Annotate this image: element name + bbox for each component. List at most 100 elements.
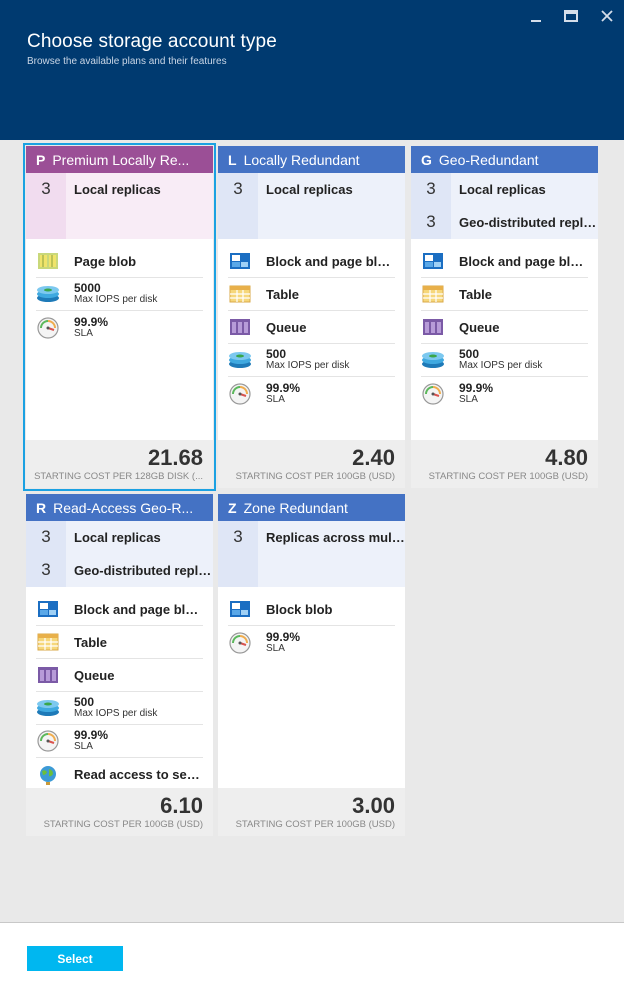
feature-list: Block blob 99.9% SLA	[218, 587, 405, 659]
replica-label	[258, 553, 405, 587]
sla-gauge-icon	[228, 631, 252, 654]
feature-label: Queue	[266, 319, 307, 335]
sla-gauge-icon	[36, 316, 60, 339]
replica-row: 3 Geo-distributed replic...	[411, 205, 598, 239]
feature-sublabel: Max IOPS per disk	[74, 708, 158, 719]
feature-item: 99.9% SLA	[36, 311, 203, 344]
feature-item: Read access to seco...	[36, 758, 203, 791]
globe-icon	[36, 764, 60, 786]
replica-label: Local replicas	[451, 172, 598, 206]
feature-value: 99.9%	[266, 380, 301, 395]
feature-label: Page blob	[74, 253, 137, 269]
price-panel: 6.10 STARTING COST PER 100GB (USD)	[26, 788, 213, 836]
blade-footer: Select	[0, 922, 624, 988]
replica-count	[26, 205, 66, 239]
replica-row: 3 Replicas across multip...	[218, 520, 405, 554]
feature-value: 5000	[74, 281, 101, 295]
page-subtitle: Browse the available plans and their fea…	[27, 56, 227, 67]
blade-header: Choose storage account type Browse the a…	[0, 0, 624, 140]
plan-card-p[interactable]: P Premium Locally Re... 3 Local replicas Pag…	[23, 143, 216, 491]
iops-disk-icon	[228, 349, 252, 371]
feature-item: Block and page blobs	[36, 593, 203, 626]
plan-letter: G	[421, 151, 432, 168]
plan-card-l[interactable]: L Locally Redundant 3 Local replicas Block a…	[218, 146, 405, 488]
feature-item: 5000 Max IOPS per disk	[36, 278, 203, 311]
replica-count	[218, 553, 258, 587]
close-button[interactable]	[597, 6, 617, 26]
replica-count	[218, 205, 258, 239]
replica-row: 3 Local replicas	[26, 172, 213, 206]
plan-letter: P	[36, 151, 46, 168]
table-icon	[36, 631, 60, 653]
price-amount: 4.80	[545, 445, 588, 470]
block-page-blob-icon	[228, 250, 252, 272]
page-title: Choose storage account type	[27, 31, 277, 52]
replica-label	[258, 205, 405, 239]
sla-gauge-icon	[421, 382, 445, 405]
replica-label: Replicas across multip...	[258, 520, 405, 554]
feature-item: 99.9% SLA	[228, 626, 395, 659]
price-amount: 3.00	[352, 793, 395, 818]
plan-name: Read-Access Geo-R...	[53, 499, 194, 516]
replica-row	[26, 205, 213, 239]
replica-row: 3 Geo-distributed replic...	[26, 553, 213, 587]
replica-count: 3	[411, 205, 451, 239]
feature-sublabel: SLA	[266, 642, 285, 654]
plan-card-r[interactable]: R Read-Access Geo-R... 3 Local replicas 3 Geo…	[26, 494, 213, 836]
replica-label	[66, 205, 213, 239]
feature-item: Queue	[36, 659, 203, 692]
block-page-blob-icon	[421, 250, 445, 272]
replica-label: Geo-distributed replic...	[66, 553, 213, 587]
feature-label: Block and page blobs	[459, 253, 588, 269]
feature-sublabel: Max IOPS per disk	[266, 360, 350, 371]
plan-name: Locally Redundant	[243, 151, 360, 168]
replica-count: 3	[218, 520, 258, 554]
feature-item: 500 Max IOPS per disk	[421, 344, 588, 377]
select-button[interactable]: Select	[27, 946, 123, 971]
replica-label: Geo-distributed replic...	[451, 205, 598, 239]
plan-name: Premium Locally Re...	[52, 151, 190, 168]
feature-label: Table	[459, 286, 492, 302]
price-panel: 3.00 STARTING COST PER 100GB (USD)	[218, 788, 405, 836]
page-blob-icon	[36, 250, 60, 272]
minimize-button[interactable]	[526, 6, 546, 26]
block-page-blob-icon	[36, 598, 60, 620]
replica-row: 3 Local replicas	[411, 172, 598, 206]
plan-header: L Locally Redundant	[218, 146, 405, 173]
price-panel: 21.68 STARTING COST PER 128GB DISK (...	[26, 440, 213, 488]
replica-label: Local replicas	[66, 520, 213, 554]
feature-item: Block and page blobs	[228, 245, 395, 278]
replica-count: 3	[26, 553, 66, 587]
feature-label: Read access to seco...	[74, 767, 203, 782]
price-note: STARTING COST PER 100GB (USD)	[235, 819, 395, 830]
iops-disk-icon	[421, 349, 445, 371]
feature-label: Block and page blobs	[266, 253, 395, 269]
feature-sublabel: Max IOPS per disk	[74, 294, 158, 305]
feature-list: Block and page blobs Table Queue 500 Max IOP…	[26, 587, 213, 791]
feature-label: Table	[266, 286, 299, 302]
feature-value: 500	[459, 347, 480, 361]
replica-label: Local replicas	[66, 172, 213, 206]
maximize-button[interactable]	[561, 6, 581, 26]
price-note: STARTING COST PER 100GB (USD)	[428, 471, 588, 482]
queue-icon	[421, 316, 445, 338]
feature-sublabel: SLA	[74, 327, 93, 339]
minimize-icon	[531, 20, 541, 22]
feature-label: Queue	[74, 667, 115, 683]
table-icon	[228, 283, 252, 305]
plan-header: Z Zone Redundant	[218, 494, 405, 521]
feature-value: 500	[266, 347, 287, 361]
feature-list: Block and page blobs Table Queue 500 Max IOP…	[218, 239, 405, 410]
feature-item: Page blob	[36, 245, 203, 278]
replica-count: 3	[411, 172, 451, 206]
plan-card-z[interactable]: Z Zone Redundant 3 Replicas across multip..…	[218, 494, 405, 836]
price-amount: 2.40	[352, 445, 395, 470]
plan-header: R Read-Access Geo-R...	[26, 494, 213, 521]
plan-card-g[interactable]: G Geo-Redundant 3 Local replicas 3 Geo-distri…	[411, 146, 598, 488]
feature-sublabel: SLA	[459, 393, 478, 405]
feature-item: 500 Max IOPS per disk	[228, 344, 395, 377]
plan-header: P Premium Locally Re...	[26, 146, 213, 173]
feature-item: 99.9% SLA	[228, 377, 395, 410]
feature-item: Queue	[228, 311, 395, 344]
price-panel: 2.40 STARTING COST PER 100GB (USD)	[218, 440, 405, 488]
